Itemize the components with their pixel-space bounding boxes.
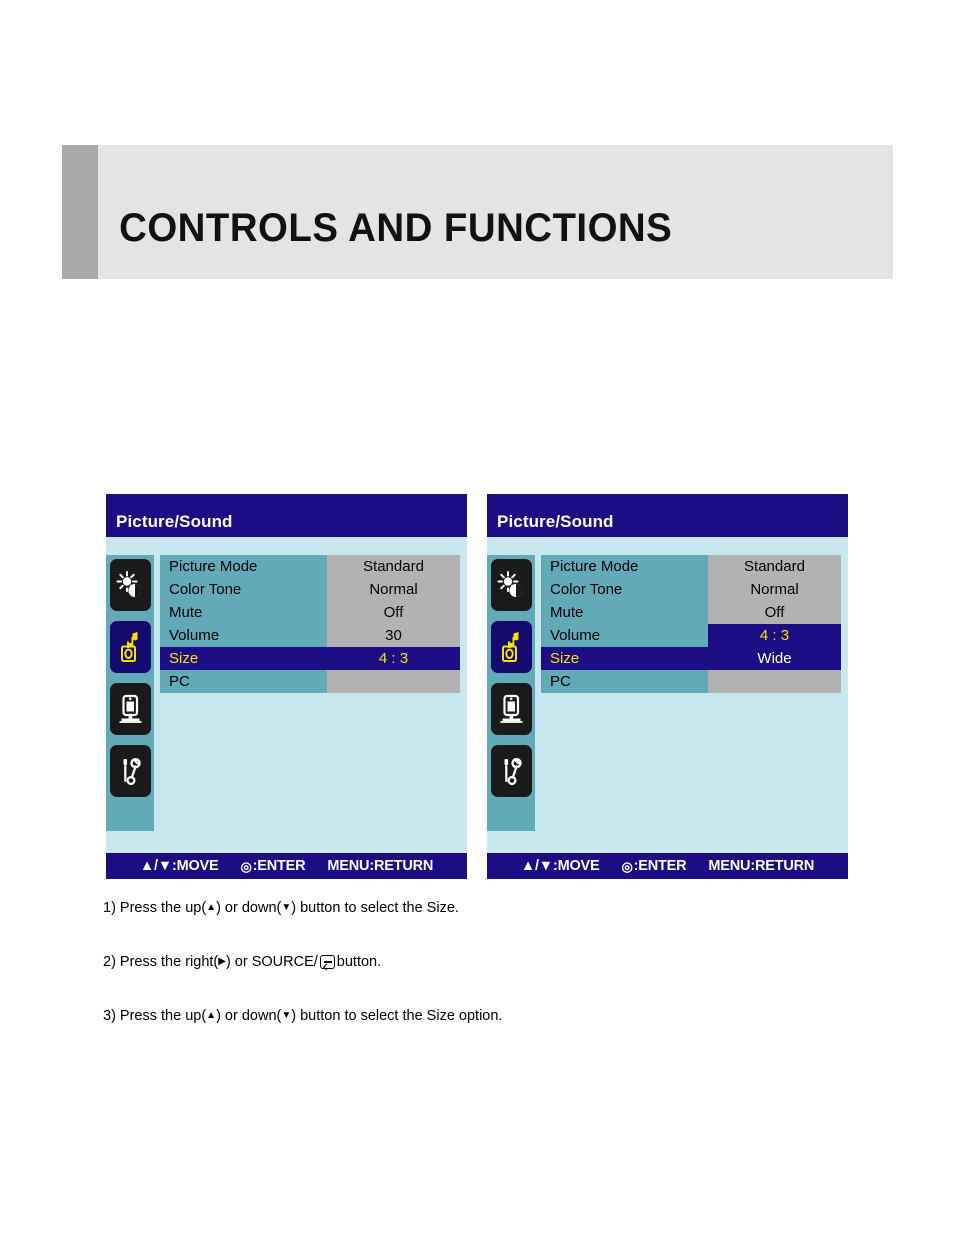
menu-row-label: Picture Mode (160, 555, 327, 578)
osd-menu-table: Picture Mode Standard Color Tone Normal … (160, 555, 460, 693)
menu-row-label: Color Tone (541, 578, 708, 601)
up-arrow-icon: ▲ (206, 1010, 217, 1021)
instruction-list: 1) Press the up(▲) or down(▼) button to … (103, 900, 863, 1062)
menu-row-value (327, 670, 460, 693)
menu-row[interactable]: Color Tone Normal (541, 578, 841, 601)
osd-menu-area: Picture Mode Standard Color Tone Normal … (160, 555, 467, 831)
osd-panel-left: Picture/Sound Picture Mode Standard Colo… (106, 494, 467, 879)
menu-row-value: Standard (327, 555, 460, 578)
step-3-mid: ) or down( (216, 1008, 282, 1024)
menu-row-label: Volume (541, 624, 708, 647)
size-option-4-3[interactable]: 4 : 3 (708, 624, 841, 647)
footer-return-hint: MENU:RETURN (708, 858, 815, 874)
menu-row-label: Mute (160, 601, 327, 624)
osd-title-gap (106, 537, 467, 555)
menu-row[interactable]: Picture Mode Standard (160, 555, 460, 578)
menu-row-value: Off (708, 601, 841, 624)
step-1-suffix: ) button to select the Size. (291, 900, 459, 916)
osd-menu-area: Picture Mode Standard Color Tone Normal … (541, 555, 848, 831)
step-2-mid: ) or SOURCE/ (225, 954, 318, 970)
footer-return-hint: MENU:RETURN (327, 858, 434, 874)
display-icon[interactable] (109, 683, 151, 735)
menu-row-value (708, 670, 841, 693)
menu-row-value: Standard (708, 555, 841, 578)
header-bar: CONTROLS AND FUNCTIONS (98, 145, 893, 279)
page-title: CONTROLS AND FUNCTIONS (119, 206, 673, 250)
menu-row-label: Mute (541, 601, 708, 624)
menu-row-label: PC (160, 670, 327, 693)
menu-row-value: 4 : 3 (327, 647, 460, 670)
footer-move-hint: ▲/▼:MOVE (520, 858, 600, 874)
footer-enter-hint: ◎:ENTER (621, 858, 686, 874)
menu-row[interactable]: Mute Off (160, 601, 460, 624)
down-arrow-icon: ▼ (281, 1010, 292, 1021)
menu-row-value: Normal (327, 578, 460, 601)
sound-icon[interactable] (490, 621, 532, 673)
brightness-contrast-icon[interactable] (109, 559, 151, 611)
menu-row-value: Normal (708, 578, 841, 601)
menu-row-label: Size (541, 647, 708, 670)
osd-footer-left: ▲/▼:MOVE ◎:ENTER MENU:RETURN (106, 853, 467, 879)
sound-icon[interactable] (109, 621, 151, 673)
osd-body: Picture Mode Standard Color Tone Normal … (106, 555, 467, 849)
display-icon[interactable] (490, 683, 532, 735)
right-arrow-icon: ▶ (218, 956, 226, 967)
step-3-suffix: ) button to select the Size option. (291, 1008, 503, 1024)
size-option-wide[interactable]: Wide (708, 647, 841, 670)
osd-title: Picture/Sound (116, 512, 233, 531)
footer-enter-label: :ENTER (252, 858, 306, 874)
menu-row[interactable]: Mute Off (541, 601, 841, 624)
osd-icon-rail (106, 555, 154, 831)
osd-panel-right: Picture/Sound Picture Mode Standard Colo… (487, 494, 848, 879)
menu-row[interactable]: Volume 30 (160, 624, 460, 647)
osd-title-bar: Picture/Sound (487, 494, 848, 537)
footer-enter-label: :ENTER (633, 858, 687, 874)
menu-row[interactable]: Color Tone Normal (160, 578, 460, 601)
osd-title-gap (487, 537, 848, 555)
step-3-prefix: 3) Press the up( (103, 1008, 207, 1024)
step-2-suffix: button. (336, 954, 382, 970)
header-accent-block (62, 145, 98, 279)
menu-row-label: PC (541, 670, 708, 693)
size-options-dropdown[interactable]: 4 : 3 Wide (708, 624, 841, 670)
osd-title: Picture/Sound (497, 512, 614, 531)
up-arrow-icon: ▲ (206, 902, 217, 913)
instruction-step-2: 2) Press the right(▶) or SOURCE/ button. (103, 954, 863, 970)
menu-row[interactable]: PC (541, 670, 841, 693)
instruction-step-3: 3) Press the up(▲) or down(▼) button to … (103, 1008, 863, 1024)
footer-enter-hint: ◎:ENTER (240, 858, 305, 874)
source-enter-button-icon (319, 955, 335, 969)
footer-move-hint: ▲/▼:MOVE (139, 858, 219, 874)
menu-row-label: Picture Mode (541, 555, 708, 578)
menu-row-label: Size (160, 647, 327, 670)
step-1-prefix: 1) Press the up( (103, 900, 207, 916)
step-2-prefix: 2) Press the right( (103, 954, 219, 970)
osd-title-bar: Picture/Sound (106, 494, 467, 537)
instruction-step-1: 1) Press the up(▲) or down(▼) button to … (103, 900, 863, 916)
menu-row-value: 30 (327, 624, 460, 647)
osd-body: Picture Mode Standard Color Tone Normal … (487, 555, 848, 849)
menu-row-value: Off (327, 601, 460, 624)
menu-row-label: Volume (160, 624, 327, 647)
menu-row-label: Color Tone (160, 578, 327, 601)
page-header-banner: CONTROLS AND FUNCTIONS (62, 145, 893, 279)
setup-tools-icon[interactable] (490, 745, 532, 797)
step-1-mid: ) or down( (216, 900, 282, 916)
enter-circle-icon: ◎ (621, 858, 633, 874)
osd-footer-right: ▲/▼:MOVE ◎:ENTER MENU:RETURN (487, 853, 848, 879)
menu-row[interactable]: Picture Mode Standard (541, 555, 841, 578)
enter-circle-icon: ◎ (240, 858, 252, 874)
menu-row-size-selected[interactable]: Size 4 : 3 (160, 647, 460, 670)
osd-menu-table: Picture Mode Standard Color Tone Normal … (541, 555, 841, 693)
osd-icon-rail (487, 555, 535, 831)
down-arrow-icon: ▼ (281, 902, 292, 913)
brightness-contrast-icon[interactable] (490, 559, 532, 611)
setup-tools-icon[interactable] (109, 745, 151, 797)
menu-row[interactable]: PC (160, 670, 460, 693)
